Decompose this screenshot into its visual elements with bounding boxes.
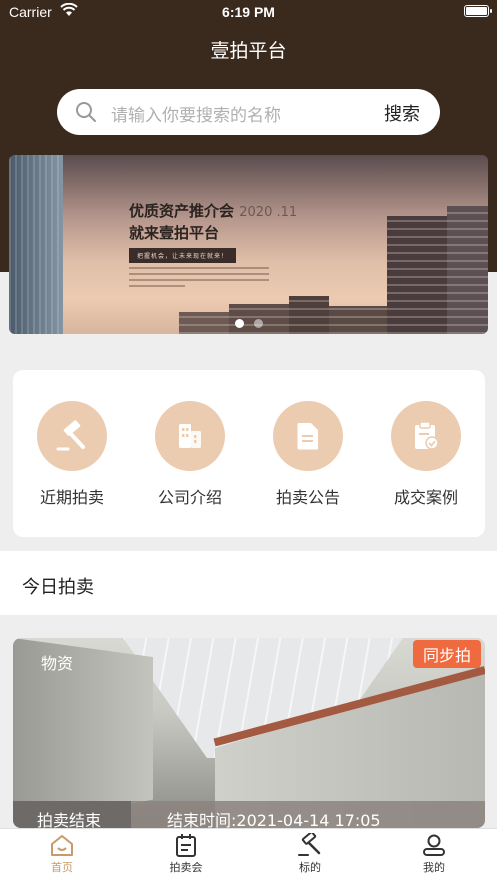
search-input[interactable]: 请输入你要搜索的名称 bbox=[111, 101, 281, 126]
battery-icon bbox=[464, 5, 492, 17]
auction-status: 拍卖结束 bbox=[13, 801, 131, 828]
search-button[interactable]: 搜索 bbox=[384, 100, 420, 126]
tab-auction-sessions[interactable]: 拍卖会 bbox=[146, 833, 226, 875]
tab-bar: 首页 拍卖会 标的 我的 bbox=[0, 828, 497, 883]
category-label: 拍卖公告 bbox=[275, 488, 340, 507]
banner-tower-image bbox=[9, 155, 63, 334]
banner-dot[interactable] bbox=[254, 319, 263, 328]
banner-headline-line2: 就来壹拍平台 bbox=[129, 224, 220, 242]
banner-pagination[interactable] bbox=[235, 313, 273, 332]
search-bar[interactable]: 请输入你要搜索的名称 搜索 bbox=[57, 89, 440, 135]
category-label: 成交案例 bbox=[393, 488, 458, 507]
category-closed-cases[interactable]: 成交案例 bbox=[371, 401, 481, 508]
tab-label: 首页 bbox=[51, 861, 73, 874]
today-auction-section: 今日拍卖 bbox=[0, 551, 497, 615]
document-icon bbox=[273, 401, 343, 471]
gavel-icon bbox=[298, 833, 321, 856]
category-auction-notices[interactable]: 拍卖公告 bbox=[253, 401, 363, 508]
clock: 6:19 PM bbox=[222, 4, 275, 20]
gavel-icon bbox=[37, 401, 107, 471]
status-bar: Carrier 6:19 PM bbox=[0, 0, 497, 26]
promo-banner[interactable]: 优质资产推介会 2020 .11 就来壹拍平台 把握机会，让未来现在就来！ bbox=[9, 155, 488, 334]
tab-label: 标的 bbox=[299, 861, 321, 874]
auction-category-tag: 物资 bbox=[41, 654, 74, 673]
search-icon bbox=[75, 101, 97, 127]
clipboard-check-icon bbox=[391, 401, 461, 471]
banner-headline-line1: 优质资产推介会 bbox=[129, 202, 235, 220]
category-recent-auctions[interactable]: 近期拍卖 bbox=[17, 401, 127, 508]
page-title: 壹拍平台 bbox=[210, 40, 287, 62]
sync-auction-badge: 同步拍 bbox=[412, 640, 481, 668]
category-panel: 近期拍卖 公司介绍 拍卖公告 成交案例 bbox=[13, 370, 485, 537]
tab-lots[interactable]: 标的 bbox=[270, 833, 350, 875]
banner-dot[interactable] bbox=[235, 319, 244, 328]
banner-fine-print bbox=[129, 267, 269, 291]
category-company-intro[interactable]: 公司介绍 bbox=[135, 401, 245, 508]
banner-year: 2020 .11 bbox=[239, 205, 298, 220]
tab-label: 我的 bbox=[423, 861, 445, 874]
auction-card[interactable]: 物资 同步拍 拍卖结束 结束时间:2021-04-14 17:05 bbox=[13, 638, 485, 828]
home-icon bbox=[51, 835, 73, 856]
tab-label: 拍卖会 bbox=[169, 861, 203, 874]
category-label: 近期拍卖 bbox=[39, 488, 104, 507]
building-icon bbox=[155, 401, 225, 471]
user-icon bbox=[423, 834, 445, 856]
banner-tagline: 把握机会，让未来现在就来！ bbox=[129, 248, 237, 263]
tab-home[interactable]: 首页 bbox=[22, 833, 102, 875]
auction-end-time: 结束时间:2021-04-14 17:05 bbox=[131, 801, 485, 828]
tab-mine[interactable]: 我的 bbox=[394, 833, 474, 875]
section-title: 今日拍卖 bbox=[22, 577, 94, 598]
calendar-icon bbox=[176, 834, 196, 857]
category-label: 公司介绍 bbox=[157, 488, 222, 507]
banner-headline: 优质资产推介会 2020 .11 就来壹拍平台 bbox=[129, 201, 297, 244]
